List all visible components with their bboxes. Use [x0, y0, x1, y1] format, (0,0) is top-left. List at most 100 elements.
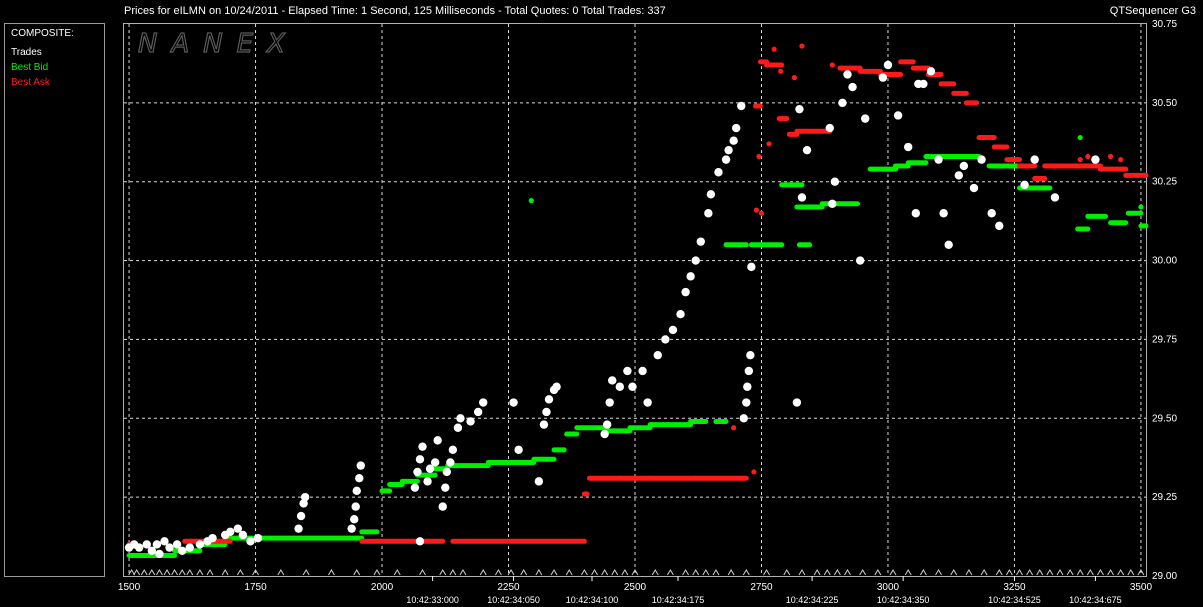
trade-point: [704, 209, 713, 218]
x-tick-label: 2750: [750, 582, 773, 593]
trade-point: [643, 398, 652, 407]
trade-point: [747, 262, 756, 272]
best-ask-point: [778, 68, 784, 74]
trade-point: [608, 376, 617, 385]
best-ask-point: [771, 46, 777, 52]
x-tick-label: 2500: [624, 582, 647, 593]
time-label: 10:42:34:100: [566, 595, 619, 605]
trade-point: [696, 237, 705, 246]
time-label: 10:42:34:675: [1069, 595, 1122, 605]
trade-point: [797, 193, 807, 202]
x-tick-label: 2000: [371, 582, 394, 593]
trade-point: [691, 256, 700, 265]
trade-point: [969, 183, 979, 193]
legend-item-best-bid: Best Bid: [11, 62, 48, 73]
app-name: QTSequencer G3: [1110, 5, 1196, 17]
trade-point: [600, 429, 609, 439]
trade-point: [934, 155, 943, 164]
trade-point: [177, 546, 187, 555]
trade-point: [861, 114, 870, 123]
time-label: 10:42:33:000: [406, 595, 459, 605]
trade-point: [602, 420, 612, 429]
trade-point: [706, 190, 716, 199]
best-ask-point: [731, 425, 737, 431]
best-bid-point: [1138, 204, 1144, 210]
trade-point: [415, 537, 425, 546]
watermark-logo: NANEX: [138, 29, 299, 59]
best-ask-point: [753, 207, 760, 213]
legend-item-trades: Trades: [11, 47, 42, 58]
trade-point: [668, 325, 678, 335]
x-tick-label: 3250: [1003, 582, 1026, 593]
trade-point: [686, 272, 695, 281]
trade-point: [509, 398, 518, 407]
trade-point: [944, 240, 953, 249]
best-bid-point: [528, 198, 534, 204]
trade-point: [413, 467, 422, 477]
trade-point: [294, 524, 303, 533]
trade-point: [883, 60, 893, 70]
trade-point: [355, 474, 364, 483]
trade-point: [848, 82, 857, 92]
trade-point: [438, 502, 447, 511]
y-tick-label: 30.25: [1152, 177, 1177, 188]
trade-point: [552, 382, 561, 391]
best-ask-point: [799, 43, 805, 49]
best-ask-point: [756, 153, 762, 160]
time-label: 10:42:34:525: [988, 595, 1041, 605]
trade-point: [661, 335, 670, 344]
trade-point: [795, 104, 804, 114]
trade-point: [185, 543, 194, 552]
x-tick-label: 1500: [118, 582, 141, 593]
trade-point: [479, 398, 488, 407]
trade-point: [1091, 155, 1100, 164]
trade-point: [448, 445, 458, 455]
trade-point: [959, 161, 969, 171]
trade-point: [830, 177, 840, 186]
trade-point: [802, 145, 812, 155]
best-ask-point: [1077, 157, 1083, 163]
trade-point: [721, 155, 731, 164]
trade-point: [714, 168, 723, 177]
y-tick-label: 30.00: [1152, 256, 1177, 267]
x-tick-label: 3000: [877, 582, 900, 593]
y-tick-label: 29.75: [1152, 334, 1177, 345]
y-tick-label: 29.25: [1152, 492, 1177, 503]
trade-point: [208, 533, 217, 543]
trade-point: [446, 458, 455, 467]
trade-point: [742, 398, 751, 407]
best-ask-point: [1107, 153, 1114, 160]
legend-title: COMPOSITE:: [11, 28, 74, 39]
time-label: 10:42:34:175: [652, 595, 705, 605]
time-label: 10:42:34:350: [877, 595, 930, 605]
trade-point: [653, 351, 662, 360]
trade-point: [792, 398, 802, 407]
trade-point: [605, 398, 614, 407]
trade-point: [893, 111, 903, 120]
trade-point: [615, 382, 625, 391]
x-tick-label: 1750: [244, 582, 267, 593]
best-ask-point: [751, 469, 757, 475]
trade-point: [638, 366, 647, 376]
trade-point: [724, 145, 733, 155]
trade-point: [433, 436, 442, 445]
trade-point: [165, 543, 174, 552]
trade-point: [904, 142, 913, 152]
trade-point: [1020, 180, 1029, 190]
trade-point: [544, 395, 554, 404]
trade-point: [542, 407, 551, 417]
trade-point: [430, 458, 440, 467]
best-ask-point: [1118, 157, 1124, 163]
trade-point: [356, 461, 365, 470]
trade-point: [954, 171, 964, 180]
trade-point: [828, 199, 837, 208]
trade-point: [926, 67, 936, 76]
trade-point: [1030, 155, 1039, 164]
trade-point: [878, 73, 888, 82]
trade-point: [415, 455, 425, 464]
trade-point: [739, 414, 748, 423]
trade-point: [539, 420, 549, 429]
trade-point: [746, 351, 755, 360]
trade-point: [418, 442, 427, 451]
best-ask-point: [1085, 153, 1091, 160]
